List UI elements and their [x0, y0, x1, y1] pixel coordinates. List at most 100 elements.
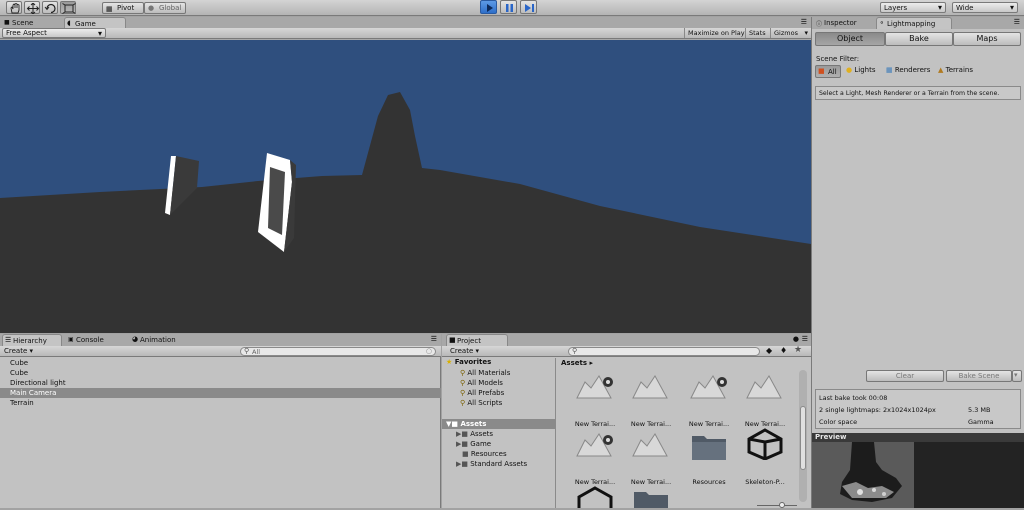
scene-filter-label: Scene Filter: — [816, 55, 860, 63]
asset-item[interactable]: Resources — [681, 428, 737, 486]
search-cancel-icon[interactable]: ○ — [426, 347, 432, 355]
mode-maps-button[interactable]: Maps — [953, 32, 1021, 46]
project-tab-label: Project — [457, 337, 481, 345]
breadcrumb[interactable]: Assets ▸ — [561, 359, 593, 367]
filter-all-button[interactable]: ■ All — [815, 65, 841, 78]
aspect-dropdown[interactable]: Free Aspect — [2, 28, 106, 38]
favorite-item[interactable]: ⚲ All Scripts — [442, 398, 555, 408]
mode-object-button[interactable]: Object — [815, 32, 885, 46]
bake-scene-button[interactable]: Bake Scene — [946, 370, 1012, 382]
tab-lightmapping[interactable]: ⚬ Lightmapping — [876, 17, 952, 29]
folder-icon — [692, 436, 726, 460]
asset-item[interactable]: New Terrai... — [623, 370, 679, 428]
list-item[interactable]: Cube — [0, 368, 441, 378]
game-tab-icon: ◖ — [67, 19, 71, 27]
selection-hint-text: Select a Light, Mesh Renderer or a Terra… — [819, 90, 1000, 97]
asset-item[interactable]: New Terrai... — [737, 370, 793, 428]
asset-item[interactable]: New Terrai... — [681, 370, 737, 428]
panel-menu-icon[interactable]: ☰ — [431, 335, 437, 343]
favorite-star-icon[interactable]: ★ — [794, 345, 802, 355]
asset-item[interactable]: New Terrai... — [567, 370, 623, 428]
hierarchy-search-input[interactable]: ⚲ All ○ — [240, 347, 436, 356]
hierarchy-item-label: Cube — [10, 359, 29, 367]
assets-root-item[interactable]: ▼■ Assets — [442, 419, 555, 429]
project-search-input[interactable]: ⚲ — [568, 347, 760, 356]
tab-project[interactable]: ■ Project — [446, 334, 508, 346]
play-button[interactable] — [480, 0, 497, 14]
asset-item[interactable]: New Terrai... — [567, 428, 623, 486]
folder-icon: ■ — [462, 450, 469, 458]
tab-console[interactable]: ▣ Console — [66, 334, 108, 346]
filter-lights-button[interactable]: ● Lights — [846, 66, 875, 78]
tab-hierarchy[interactable]: ☰ Hierarchy — [2, 334, 62, 346]
stats-toggle[interactable]: Stats — [745, 28, 769, 38]
filter-by-type-icon[interactable]: ◆ — [766, 346, 772, 355]
hierarchy-tabbar: ☰ Hierarchy ▣ Console ◕ Animation ☰ — [0, 334, 441, 346]
list-item[interactable]: Cube — [0, 358, 441, 368]
asset-item[interactable]: Skeleton-P... — [737, 428, 793, 486]
favorite-item[interactable]: ⚲ All Models — [442, 378, 555, 388]
folder-icon[interactable] — [631, 486, 671, 508]
list-item-selected[interactable]: Main Camera — [0, 388, 441, 398]
scrollbar-thumb[interactable] — [800, 406, 806, 470]
preview-label: Preview — [815, 433, 847, 441]
rotate-tool-button[interactable] — [42, 1, 58, 14]
folder-icon: ▶■ — [456, 460, 468, 468]
folder-item[interactable]: ■ Resources — [442, 449, 555, 459]
folder-item[interactable]: ▶■ Standard Assets — [442, 459, 555, 469]
lock-icon[interactable]: ● — [793, 335, 799, 343]
favorite-label: All Prefabs — [467, 389, 505, 397]
gizmos-dropdown[interactable]: Gizmos ▾ — [770, 28, 810, 38]
filter-by-label-icon[interactable]: ♦ — [780, 346, 787, 355]
pause-button[interactable] — [500, 0, 517, 14]
tab-animation[interactable]: ◕ Animation — [130, 334, 180, 346]
terrain-asset-icon — [576, 433, 613, 457]
hierarchy-item-label: Cube — [10, 369, 29, 377]
tab-inspector[interactable]: ⓘ Inspector — [814, 17, 861, 29]
terrain-asset-icon — [576, 375, 613, 399]
panel-menu-icon[interactable]: ☰ — [802, 335, 808, 343]
folder-item[interactable]: ▶■ Assets — [442, 429, 555, 439]
hierarchy-panel: ☰ Hierarchy ▣ Console ◕ Animation ☰ Crea… — [0, 334, 441, 508]
favorites-header[interactable]: ★ Favorites — [446, 358, 491, 366]
mode-bake-button[interactable]: Bake — [885, 32, 953, 46]
scale-tool-button[interactable] — [60, 1, 76, 14]
rotate-icon — [44, 3, 56, 14]
filter-terrains-button[interactable]: ▲ Terrains — [938, 66, 973, 78]
favorite-label: All Scripts — [467, 399, 503, 407]
global-toggle[interactable]: ● Global — [144, 2, 186, 14]
project-create-dropdown[interactable]: Create ▾ — [450, 347, 479, 355]
move-tool-button[interactable] — [24, 1, 40, 14]
list-item[interactable]: Directional light — [0, 378, 441, 388]
game-viewport[interactable] — [0, 40, 811, 333]
step-button[interactable] — [520, 0, 537, 14]
list-item[interactable]: Terrain — [0, 398, 441, 408]
favorite-label: All Models — [467, 379, 503, 387]
preview-header[interactable]: Preview — [812, 433, 1024, 442]
panel-menu-icon[interactable]: ☰ — [1014, 18, 1020, 26]
hand-tool-button[interactable] — [6, 1, 22, 14]
folder-item[interactable]: ▶■ Game — [442, 439, 555, 449]
star-icon: ★ — [446, 358, 453, 366]
bake-scene-label: Bake Scene — [958, 372, 1000, 380]
panel-menu-icon[interactable]: ☰ — [801, 18, 807, 26]
favorite-item[interactable]: ⚲ All Prefabs — [442, 388, 555, 398]
maximize-on-play-toggle[interactable]: Maximize on Play — [684, 28, 748, 38]
filter-renderers-button[interactable]: ▦ Renderers — [886, 66, 930, 78]
hierarchy-item-label: Main Camera — [10, 389, 57, 397]
icon-size-slider[interactable] — [757, 502, 797, 508]
pivot-toggle[interactable]: ▦ Pivot — [102, 2, 144, 14]
bake-options-dropdown[interactable]: ▾ — [1012, 370, 1022, 382]
clear-button[interactable]: Clear — [866, 370, 944, 382]
unity-prefab-icon[interactable] — [575, 486, 615, 508]
terrain-asset-icon — [632, 375, 668, 399]
bulb-icon: ● — [846, 66, 853, 74]
selection-hint-box: Select a Light, Mesh Renderer or a Terra… — [815, 86, 1021, 100]
hierarchy-create-dropdown[interactable]: Create ▾ — [4, 347, 33, 355]
slider-thumb[interactable] — [779, 502, 785, 508]
favorite-item[interactable]: ⚲ All Materials — [442, 368, 555, 378]
asset-item[interactable]: New Terrai... — [623, 428, 679, 486]
layout-dropdown[interactable]: Wide — [952, 2, 1018, 13]
vertical-scrollbar[interactable] — [799, 370, 807, 502]
layers-dropdown[interactable]: Layers — [880, 2, 946, 13]
